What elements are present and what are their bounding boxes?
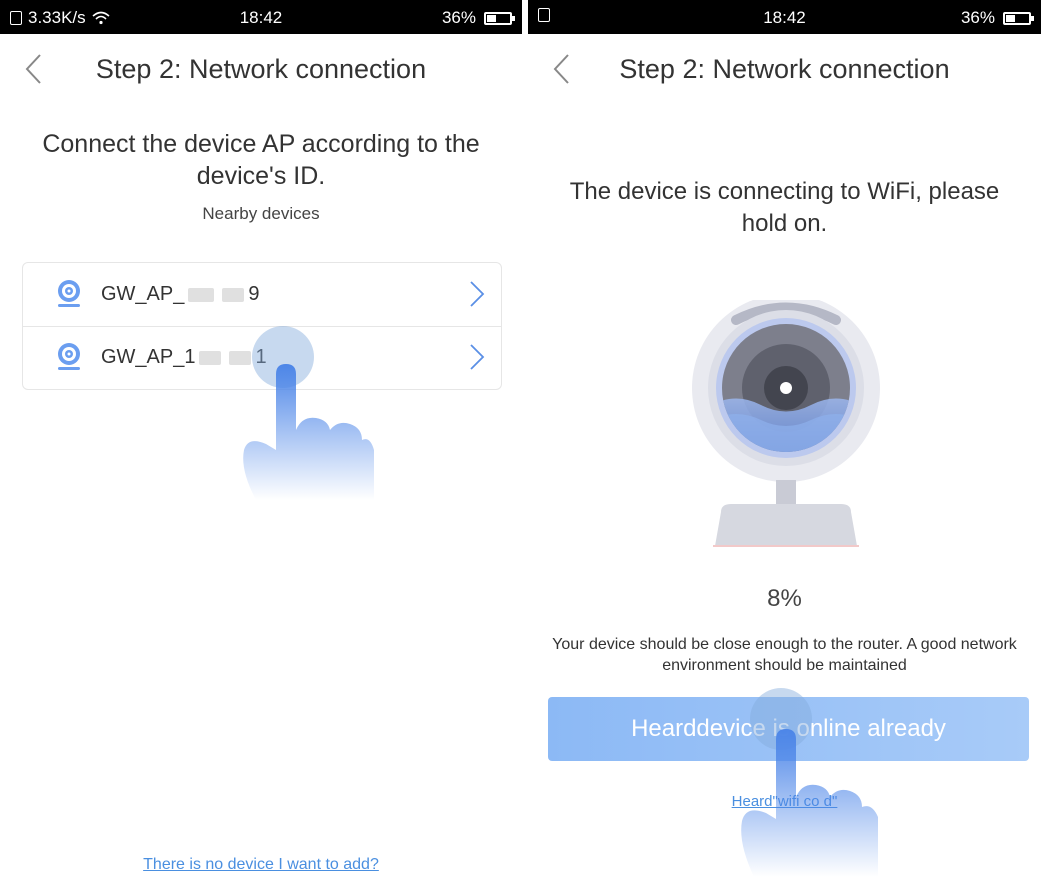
battery-percent: 36% [441, 8, 476, 27]
left-screen: 3.33K/s 18:42 36% Step 2: Network connec… [0, 0, 522, 877]
device-row[interactable]: GW_AP_ 9 [23, 263, 501, 327]
progress-percent: 8% [767, 585, 802, 612]
webcam-illustration-icon [692, 300, 880, 547]
chevron-right-icon [470, 344, 485, 370]
status-bar: 18:42 36% [528, 0, 1041, 34]
battery-icon [484, 11, 515, 25]
pointing-hand-icon [741, 729, 878, 877]
battery-icon [1003, 11, 1034, 25]
device-name: GW_AP_ 9 [101, 283, 260, 305]
connecting-text: The device is connecting to WiFi, please… [569, 178, 1000, 237]
nearby-devices-label: Nearby devices [202, 204, 320, 223]
chevron-right-icon [470, 281, 485, 307]
instruction-text: Connect the device AP according to the d… [42, 130, 480, 190]
status-bar: 3.33K/s 18:42 36% [0, 0, 522, 34]
page-title: Step 2: Network connection [619, 54, 950, 84]
page-title: Step 2: Network connection [95, 54, 427, 84]
no-device-link[interactable]: There is no device I want to add? [0, 856, 522, 874]
tip-text: Your device should be close enough to th… [552, 636, 1017, 674]
header: Step 2: Network connection [528, 34, 1041, 104]
battery-percent: 36% [960, 8, 995, 27]
camera-device-icon [58, 280, 80, 307]
pointing-hand-icon [243, 364, 374, 500]
right-screen: 18:42 36% Step 2: Network connection The… [528, 0, 1041, 877]
header: Step 2: Network connection [0, 34, 522, 104]
camera-device-icon [58, 343, 80, 370]
